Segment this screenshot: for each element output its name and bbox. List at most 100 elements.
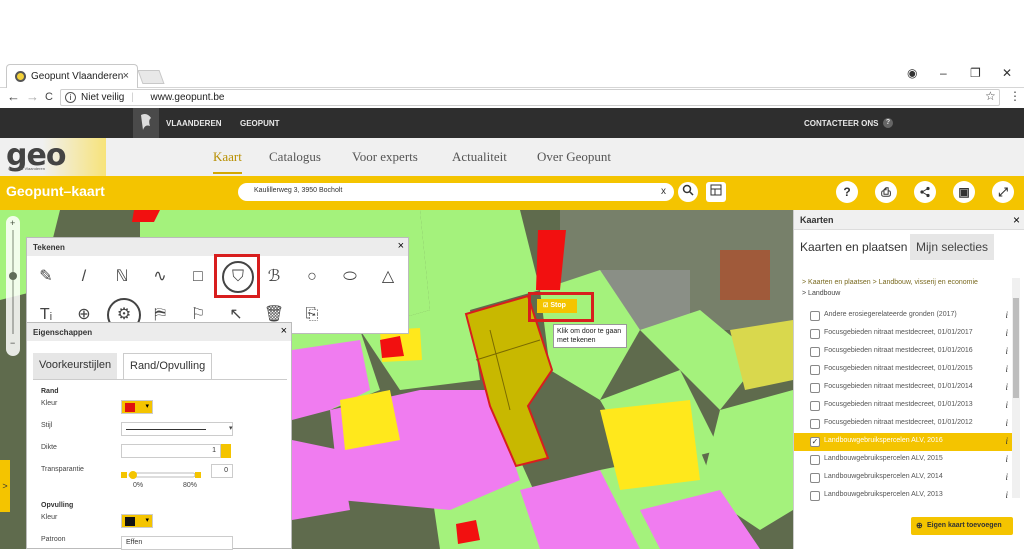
nav-actualiteit[interactable]: Actualiteit: [452, 149, 507, 165]
omnibox[interactable]: i Niet veilig | www.geopunt.be: [60, 89, 1000, 106]
browser-menu-icon[interactable]: ⋮: [1009, 89, 1021, 103]
rand-color-picker[interactable]: ▾: [121, 400, 153, 414]
layer-checkbox[interactable]: [810, 473, 820, 483]
circle-icon[interactable]: ○: [297, 262, 327, 292]
layer-item[interactable]: Andere erosiegerelateerde gronden (2017)…: [794, 307, 1014, 325]
tab-close-icon[interactable]: ×: [123, 70, 129, 82]
help-button[interactable]: ?: [836, 181, 858, 203]
search-input[interactable]: Kaulillerweg 3, 3950 Bocholt x: [238, 183, 674, 201]
layer-item[interactable]: ✓ Landbouwgebruikspercelen ALV, 2016 i: [794, 433, 1014, 451]
layer-info-icon[interactable]: i: [1005, 400, 1008, 410]
topbar-link-geopunt[interactable]: GEOPUNT: [240, 119, 280, 128]
topbar-link-vlaanderen[interactable]: VLAANDEREN: [166, 119, 222, 128]
layer-checkbox[interactable]: ✓: [810, 437, 820, 447]
layer-info-icon[interactable]: i: [1005, 310, 1008, 320]
url-text[interactable]: www.geopunt.be: [151, 92, 225, 103]
layer-item[interactable]: Focusgebieden nitraat mestdecreet, 01/01…: [794, 415, 1014, 433]
ellipse-icon[interactable]: ⬭: [335, 262, 365, 292]
nav-kaart[interactable]: Kaart: [213, 149, 242, 174]
help-icon[interactable]: ?: [883, 118, 893, 128]
crumb-landbouw[interactable]: Landbouw: [808, 290, 840, 297]
polyline-icon[interactable]: ℕ: [107, 262, 137, 292]
zoom-slider[interactable]: + −: [6, 216, 20, 356]
transparantie-input[interactable]: 0: [211, 464, 233, 478]
nav-over-geopunt[interactable]: Over Geopunt: [537, 149, 611, 165]
layer-info-icon[interactable]: i: [1005, 364, 1008, 374]
bookmark-star-icon[interactable]: ☆: [985, 89, 996, 103]
layer-item[interactable]: Focusgebieden nitraat mestdecreet, 01/01…: [794, 325, 1014, 343]
fullscreen-button[interactable]: ⤢: [992, 181, 1014, 203]
back-button[interactable]: ←: [7, 89, 20, 104]
clear-search-icon[interactable]: x: [661, 186, 666, 197]
pencil-icon[interactable]: ✎: [31, 262, 61, 292]
scrollbar-thumb[interactable]: [1013, 298, 1019, 398]
line-style-select[interactable]: [121, 422, 233, 436]
account-icon[interactable]: ◉: [907, 66, 917, 80]
layer-info-icon[interactable]: i: [1005, 472, 1008, 482]
nav-catalogus[interactable]: Catalogus: [269, 149, 321, 165]
layer-checkbox[interactable]: [810, 365, 820, 375]
add-map-button[interactable]: ⊕ Eigen kaart toevoegen: [911, 517, 1013, 535]
layer-item[interactable]: Focusgebieden nitraat mestdecreet, 01/01…: [794, 397, 1014, 415]
layer-item[interactable]: Landbouwgebruikspercelen ALV, 2015 i: [794, 451, 1014, 469]
layer-info-icon[interactable]: i: [1005, 418, 1008, 428]
print-button[interactable]: ⎙: [875, 181, 897, 203]
expand-panel-button[interactable]: >: [0, 460, 10, 512]
fill-color-picker[interactable]: ▾: [121, 514, 153, 528]
layer-info-icon[interactable]: i: [1005, 454, 1008, 464]
browser-tab[interactable]: Geopunt Vlaanderen ×: [6, 64, 138, 88]
layer-checkbox[interactable]: [810, 329, 820, 339]
layer-info-icon[interactable]: i: [1005, 436, 1008, 446]
layer-item[interactable]: Landbouwgebruikspercelen ALV, 2014 i: [794, 469, 1014, 487]
layer-info-icon[interactable]: i: [1005, 382, 1008, 392]
contact-link[interactable]: CONTACTEER ONS: [804, 119, 879, 128]
layer-checkbox[interactable]: [810, 419, 820, 429]
line-icon[interactable]: /: [69, 262, 99, 292]
reload-button[interactable]: C: [45, 91, 53, 103]
layer-info-icon[interactable]: i: [1005, 490, 1008, 500]
tab-kaarten-en-plaatsen[interactable]: Kaarten en plaatsen: [794, 234, 913, 260]
kaarten-close-icon[interactable]: ×: [1013, 213, 1020, 227]
share-button[interactable]: [914, 181, 936, 203]
freehand-icon[interactable]: ∿: [145, 262, 175, 292]
dikte-stepper[interactable]: [221, 444, 231, 458]
geopunt-logo[interactable]: geo Geopunt Vlaanderen: [0, 138, 106, 176]
save-map-button[interactable]: ▣: [953, 181, 975, 203]
crumb-kaarten[interactable]: Kaarten en plaatsen: [808, 279, 871, 286]
layer-checkbox[interactable]: [810, 383, 820, 393]
tab-mijn-selecties[interactable]: Mijn selecties: [910, 234, 995, 260]
window-close-button[interactable]: ✕: [1002, 66, 1012, 80]
layer-item[interactable]: Focusgebieden nitraat mestdecreet, 01/01…: [794, 343, 1014, 361]
layer-item[interactable]: Landbouwgebruikspercelen ALV, 2013 i: [794, 487, 1014, 505]
dikte-input[interactable]: 1: [121, 444, 221, 458]
tekenen-close-icon[interactable]: ×: [398, 240, 404, 252]
transparency-slider[interactable]: [121, 467, 201, 479]
info-icon[interactable]: i: [65, 92, 76, 103]
pattern-select[interactable]: Effen: [121, 536, 233, 550]
new-tab-button[interactable]: [137, 70, 165, 84]
layers-icon[interactable]: [706, 182, 726, 202]
restore-button[interactable]: ❐: [970, 66, 981, 80]
rectangle-icon[interactable]: □: [183, 262, 213, 292]
layer-checkbox[interactable]: [810, 455, 820, 465]
layer-checkbox[interactable]: [810, 401, 820, 411]
freehand-polygon-icon[interactable]: ℬ: [259, 262, 289, 292]
flemish-lion-icon[interactable]: [133, 108, 159, 138]
crumb-landbouw-visserij[interactable]: Landbouw, visserij en economie: [879, 279, 978, 286]
minimize-button[interactable]: –: [940, 66, 947, 80]
layer-info-icon[interactable]: i: [1005, 346, 1008, 356]
layer-item[interactable]: Focusgebieden nitraat mestdecreet, 01/01…: [794, 379, 1014, 397]
layer-checkbox[interactable]: [810, 347, 820, 357]
layer-info-icon[interactable]: i: [1005, 328, 1008, 338]
nav-voor-experts[interactable]: Voor experts: [352, 149, 418, 165]
export-icon[interactable]: ⎘: [297, 300, 327, 330]
tab-rand-opvulling[interactable]: Rand/Opvulling: [123, 353, 213, 379]
layer-item[interactable]: Focusgebieden nitraat mestdecreet, 01/01…: [794, 361, 1014, 379]
triangle-icon[interactable]: △: [373, 262, 403, 292]
layer-checkbox[interactable]: [810, 491, 820, 501]
eigenschappen-close-icon[interactable]: ×: [281, 325, 287, 337]
layer-checkbox[interactable]: [810, 311, 820, 321]
scrollbar[interactable]: [1012, 278, 1020, 498]
tab-voorkeurstijlen[interactable]: Voorkeurstijlen: [33, 353, 118, 379]
forward-button[interactable]: →: [26, 89, 39, 104]
